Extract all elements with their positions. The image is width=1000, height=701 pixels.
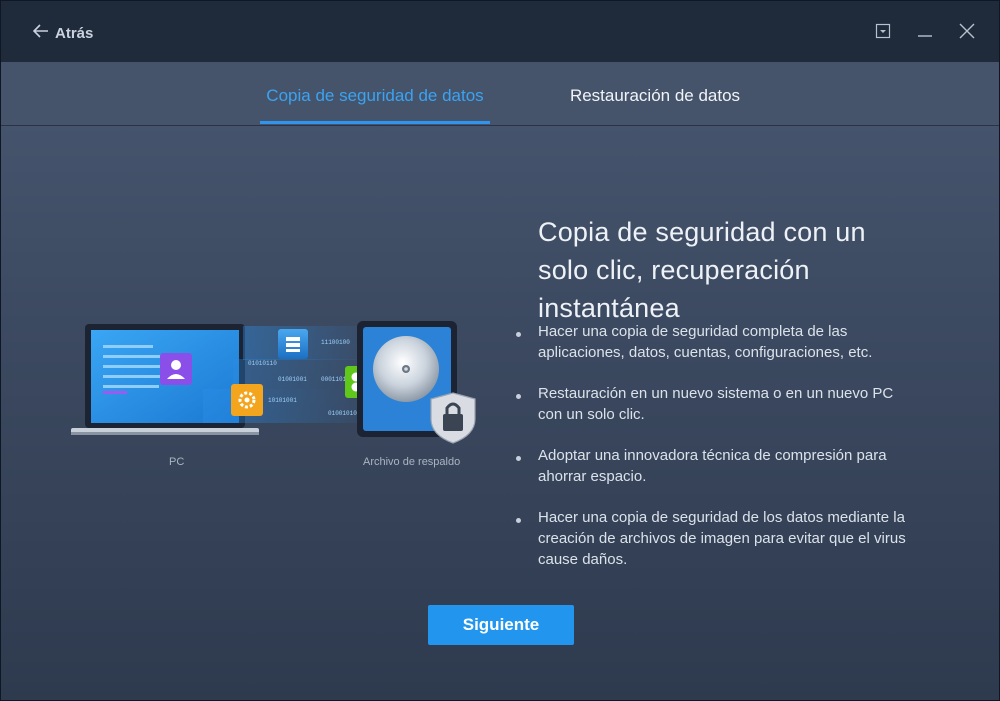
arrow-left-icon: [32, 24, 49, 42]
title-bar: Atrás: [1, 1, 999, 62]
close-icon[interactable]: [957, 21, 977, 41]
svg-text:01010110: 01010110: [248, 360, 277, 367]
list-item: Hacer una copia de seguridad de los dato…: [514, 507, 914, 570]
window-controls: [873, 21, 977, 41]
back-label: Atrás: [55, 24, 94, 42]
svg-text:01001010: 01001010: [328, 410, 357, 417]
back-button[interactable]: Atrás: [32, 23, 94, 43]
server-icon: [278, 329, 308, 359]
settings-icon: [231, 384, 263, 416]
tab-restore[interactable]: Restauración de datos: [561, 62, 749, 124]
tab-bar: Copia de seguridad de datos Restauración…: [1, 62, 999, 126]
svg-text:01001001: 01001001: [278, 376, 307, 383]
headline: Copia de seguridad con un solo clic, rec…: [538, 217, 866, 323]
feature-list: Hacer una copia de seguridad completa de…: [514, 321, 914, 590]
svg-text:11100100: 11100100: [321, 339, 350, 346]
backup-file-label: Archivo de respaldo: [363, 456, 461, 468]
list-item: Restauración en un nuevo sistema o en un…: [514, 383, 914, 425]
user-icon: [160, 353, 192, 385]
list-item: Adoptar una innovadora técnica de compre…: [514, 445, 914, 487]
svg-text:10101001: 10101001: [268, 397, 297, 404]
next-button[interactable]: Siguiente: [428, 605, 574, 645]
pc-label: PC: [169, 456, 185, 468]
minimize-icon[interactable]: [915, 21, 935, 41]
list-item: Hacer una copia de seguridad completa de…: [514, 321, 914, 363]
dropdown-icon[interactable]: [873, 21, 893, 41]
app-window: Atrás Copia de seguridad de datos Restau…: [0, 0, 1000, 701]
tab-backup[interactable]: Copia de seguridad de datos: [260, 62, 490, 124]
